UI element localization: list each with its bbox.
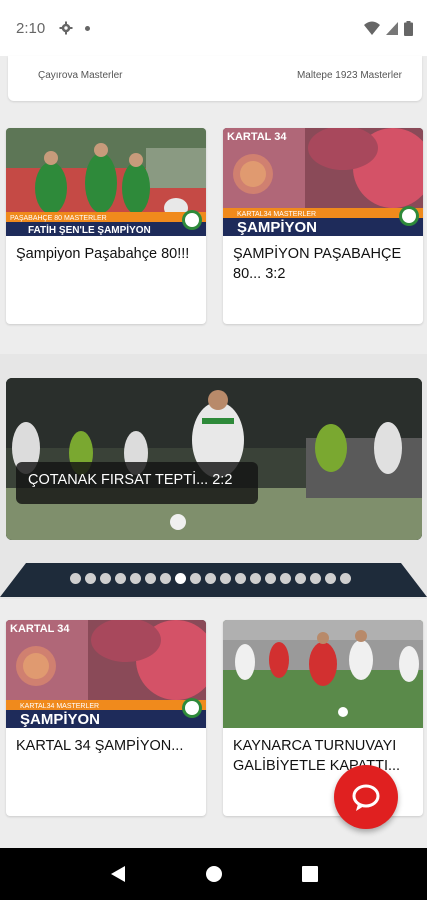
news-thumbnail: KARTAL 34 KARTAL34 MASTERLER ŞAMPİYON bbox=[6, 620, 206, 728]
carousel-dot[interactable] bbox=[220, 573, 231, 584]
news-title: KARTAL 34 ŞAMPİYON... bbox=[16, 738, 184, 754]
news-thumbnail: KARTAL 34 KARTAL34 MASTERLER ŞAMPİYON bbox=[223, 128, 423, 236]
band-corner-left bbox=[0, 563, 26, 597]
match-card[interactable]: Çayırova Masterler Maltepe 1923 Masterle… bbox=[8, 56, 422, 101]
chat-bubble-icon bbox=[352, 784, 380, 811]
news-title: Şampiyon Paşabahçe 80!!! bbox=[16, 246, 190, 262]
carousel-dot[interactable] bbox=[295, 573, 306, 584]
carousel-dot[interactable] bbox=[160, 573, 171, 584]
hero-slide[interactable]: ÇOTANAK FIRSAT TEPTİ... 2:2 bbox=[6, 378, 422, 540]
back-icon[interactable] bbox=[109, 865, 127, 883]
badge-text: KARTAL 34 bbox=[10, 623, 70, 635]
carousel-dot[interactable] bbox=[280, 573, 291, 584]
banner-big-text: ŞAMPİYON bbox=[20, 711, 100, 728]
system-nav-bar bbox=[0, 848, 427, 900]
carousel-dot[interactable] bbox=[85, 573, 96, 584]
news-card[interactable]: KARTAL 34 KARTAL34 MASTERLER ŞAMPİYON ŞA… bbox=[223, 128, 423, 324]
gear-icon bbox=[59, 21, 73, 35]
carousel-dot[interactable] bbox=[310, 573, 321, 584]
banner-small-text: PAŞABAHÇE 80 MASTERLER bbox=[10, 215, 107, 222]
carousel-dot[interactable] bbox=[145, 573, 156, 584]
wifi-icon bbox=[364, 21, 380, 35]
news-title: KAYNARCA TURNUVAYI GALİBİYETLE KAPATTI..… bbox=[233, 738, 401, 774]
carousel-dot[interactable] bbox=[100, 573, 111, 584]
status-time: 2:10 bbox=[16, 19, 46, 37]
carousel-dot[interactable] bbox=[250, 573, 261, 584]
news-card[interactable]: PAŞABAHÇE 80 MASTERLER FATİH ŞEN'LE ŞAMP… bbox=[6, 128, 206, 324]
news-title: ŞAMPİYON PAŞABAHÇE 80... 3:2 bbox=[233, 246, 402, 282]
banner-big-text: FATİH ŞEN'LE ŞAMPİYON bbox=[28, 223, 151, 236]
notification-dot-icon bbox=[85, 25, 91, 31]
chat-button[interactable] bbox=[334, 765, 398, 829]
signal-icon bbox=[386, 21, 398, 35]
recents-icon[interactable] bbox=[301, 866, 318, 882]
carousel-dot[interactable] bbox=[115, 573, 126, 584]
carousel-dot[interactable] bbox=[325, 573, 336, 584]
news-thumbnail bbox=[223, 620, 423, 728]
battery-icon bbox=[404, 20, 413, 36]
carousel-dot[interactable] bbox=[265, 573, 276, 584]
hero-image bbox=[6, 378, 422, 540]
carousel-dot[interactable] bbox=[175, 573, 186, 584]
news-card[interactable]: KARTAL 34 KARTAL34 MASTERLER ŞAMPİYON KA… bbox=[6, 620, 206, 816]
carousel-dot[interactable] bbox=[235, 573, 246, 584]
carousel-dots[interactable] bbox=[70, 573, 351, 584]
carousel-dot[interactable] bbox=[205, 573, 216, 584]
news-thumbnail: PAŞABAHÇE 80 MASTERLER FATİH ŞEN'LE ŞAMP… bbox=[6, 128, 206, 236]
carousel-dot[interactable] bbox=[130, 573, 141, 584]
carousel-dot[interactable] bbox=[340, 573, 351, 584]
carousel-dot[interactable] bbox=[190, 573, 201, 584]
band-corner-right bbox=[401, 563, 427, 597]
home-icon[interactable] bbox=[205, 865, 223, 883]
carousel-dot[interactable] bbox=[70, 573, 81, 584]
badge-text: KARTAL 34 bbox=[227, 131, 287, 143]
home-team-name: Çayırova Masterler bbox=[38, 70, 123, 81]
hero-caption: ÇOTANAK FIRSAT TEPTİ... 2:2 bbox=[16, 462, 258, 504]
status-bar: 2:10 bbox=[0, 0, 427, 56]
banner-small-text: KARTAL34 MASTERLER bbox=[20, 703, 99, 710]
banner-big-text: ŞAMPİYON bbox=[237, 219, 317, 236]
banner-small-text: KARTAL34 MASTERLER bbox=[237, 211, 316, 218]
away-team-name: Maltepe 1923 Masterler bbox=[296, 70, 402, 81]
